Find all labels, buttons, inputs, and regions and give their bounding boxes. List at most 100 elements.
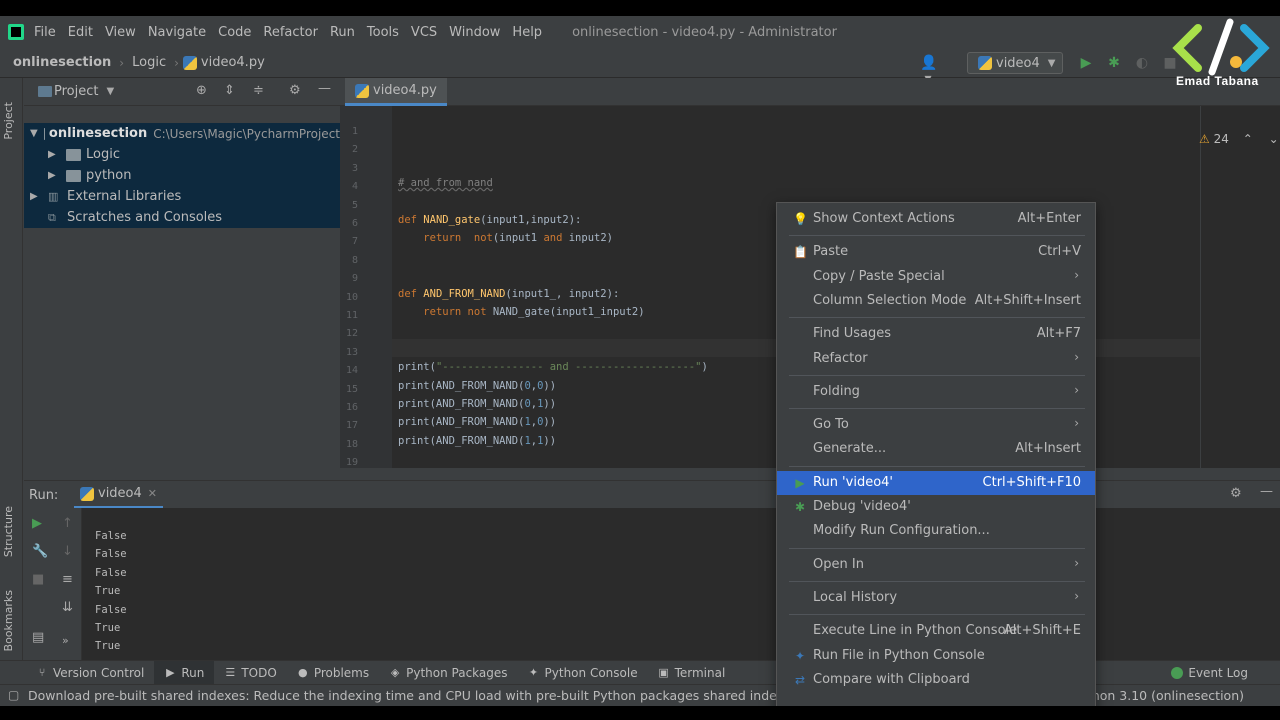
bookmarks-tool-tab[interactable]: Bookmarks [2, 590, 15, 651]
code-token: print(AND_FROM_NAND( [398, 398, 525, 410]
tab-todo[interactable]: ☰ TODO [214, 661, 286, 685]
context-menu-item-debug-video4[interactable]: ✱ Debug 'video4' [777, 495, 1095, 519]
menu-file[interactable]: File [28, 25, 62, 40]
breadcrumb-separator-icon: › [174, 55, 179, 70]
gear-icon[interactable]: ⚙ [1230, 486, 1242, 501]
chevron-down-icon[interactable]: ▼ [106, 86, 114, 97]
menu-help[interactable]: Help [506, 25, 548, 40]
soft-wrap-icon[interactable]: ≡ [62, 572, 73, 587]
run-configuration-select[interactable]: video4 ▼ [967, 52, 1063, 74]
context-menu-item-paste[interactable]: 📋 Paste Ctrl+V [777, 240, 1095, 264]
expand-arrow-icon[interactable]: ▶ [48, 170, 60, 181]
menu-navigate[interactable]: Navigate [142, 25, 212, 40]
code-line: print(AND_FROM_NAND(1,1)) [398, 435, 556, 447]
context-menu-item-copy-paste-special[interactable]: Copy / Paste Special › [777, 265, 1095, 289]
tree-item-onlinesection[interactable]: ▼ onlinesection C:\Users\Magic\PycharmPr… [24, 123, 340, 144]
tab-terminal[interactable]: ▣ Terminal [648, 661, 736, 685]
context-menu-item-execute-line-in-python-console[interactable]: Execute Line in Python Console Alt+Shift+… [777, 619, 1095, 643]
run-console-output[interactable]: FalseFalseFalseTrueFalseTrueTrueTrue [82, 508, 1280, 671]
expand-arrow-icon[interactable]: ▶ [30, 191, 42, 202]
code-token: AND_FROM_NAND [423, 287, 506, 300]
context-menu-item-local-history[interactable]: Local History › [777, 586, 1095, 610]
interpreter-status[interactable]: ython 3.10 (onlinesection) [1080, 688, 1244, 703]
tab-run[interactable]: ▶ Run [154, 660, 215, 685]
expand-arrow-icon[interactable]: ▶ [48, 149, 60, 160]
status-message[interactable]: Download pre-built shared indexes: Reduc… [28, 688, 844, 703]
menu-separator [789, 317, 1085, 319]
layout-icon[interactable]: ▤ [32, 630, 44, 645]
menu-tools[interactable]: Tools [361, 25, 405, 40]
context-menu-item-folding[interactable]: Folding › [777, 380, 1095, 404]
menu-vcs[interactable]: VCS [405, 25, 443, 40]
code-token: not [467, 232, 493, 245]
menu-window[interactable]: Window [443, 25, 506, 40]
code-line: def NAND_gate(input1,input2): [398, 214, 581, 226]
code-line: print(AND_FROM_NAND(0,1)) [398, 398, 556, 410]
tab-python-console[interactable]: ✦ Python Console [518, 661, 648, 685]
more-icon[interactable]: » [62, 634, 69, 647]
coverage-icon[interactable]: ◐ [1134, 55, 1150, 71]
menu-refactor[interactable]: Refactor [257, 25, 324, 40]
breadcrumb-file[interactable]: video4.py [201, 55, 269, 70]
stop-icon[interactable]: ■ [32, 572, 44, 587]
scroll-to-end-icon[interactable]: ⇊ [62, 600, 73, 615]
inspection-widget[interactable]: ⚠ 24 ⌃ ⌄ [1199, 132, 1279, 146]
context-menu-item-go-to[interactable]: Go To › [777, 413, 1095, 437]
status-toggle-icon[interactable]: ▢ [8, 688, 19, 702]
run-tab-video4[interactable]: video4 ✕ [74, 481, 163, 509]
expand-all-icon[interactable]: ⇕ [224, 83, 235, 98]
submenu-arrow-icon: › [1074, 555, 1079, 570]
context-menu-item-find-usages[interactable]: Find Usages Alt+F7 [777, 322, 1095, 346]
menu-run[interactable]: Run [324, 25, 361, 40]
tree-item-external-libraries[interactable]: ▶ ▥ External Libraries [24, 186, 340, 207]
context-menu-item-modify-run-configuration[interactable]: Modify Run Configuration... [777, 519, 1095, 543]
context-menu-item-run-video4[interactable]: ▶ Run 'video4' Ctrl+Shift+F10 [777, 470, 1095, 495]
code-token: )) [543, 398, 557, 410]
editor-scroll-area[interactable] [1200, 106, 1280, 468]
breadcrumb-folder[interactable]: Logic [128, 55, 170, 70]
user-icon[interactable]: 👤▾ [920, 55, 937, 87]
menu-item-shortcut: Alt+Shift+E [1003, 623, 1081, 639]
project-panel-title[interactable]: Project [54, 84, 98, 99]
breadcrumb-project[interactable]: onlinesection [0, 55, 115, 70]
tab-problems[interactable]: ● Problems [287, 661, 379, 685]
menu-view[interactable]: View [99, 25, 142, 40]
tree-item-python[interactable]: ▶ python [24, 165, 340, 186]
arrow-up-icon[interactable]: ↑ [62, 516, 73, 531]
rerun-icon[interactable]: ▶ [32, 516, 42, 531]
tab-video4-py[interactable]: video4.py [345, 78, 447, 106]
context-menu-item-show-context-actions[interactable]: 💡 Show Context Actions Alt+Enter [777, 207, 1095, 231]
context-menu-item-generate[interactable]: Generate... Alt+Insert [777, 437, 1095, 461]
tab-label: Python Packages [406, 665, 508, 680]
menu-code[interactable]: Code [212, 25, 257, 40]
collapse-all-icon[interactable]: ≑ [253, 83, 264, 98]
code-brackets-logo-icon [1172, 18, 1270, 76]
locate-icon[interactable]: ⊕ [196, 83, 207, 98]
context-menu-item-refactor[interactable]: Refactor › [777, 347, 1095, 371]
line-number: 10 [345, 291, 358, 303]
chevron-up-icon[interactable]: ⌃ [1243, 132, 1253, 146]
context-menu-item-column-selection-mode[interactable]: Column Selection Mode Alt+Shift+Insert [777, 289, 1095, 313]
context-menu-item-compare-with-clipboard[interactable]: ⇄ Compare with Clipboard [777, 668, 1095, 692]
gear-icon[interactable]: ⚙ [289, 83, 301, 98]
context-menu-item-open-in[interactable]: Open In › [777, 553, 1095, 577]
menu-edit[interactable]: Edit [62, 25, 99, 40]
event-log-button[interactable]: Event Log [1171, 661, 1248, 685]
close-icon[interactable]: ✕ [148, 487, 157, 500]
tab-version-control[interactable]: ⑂ Version Control [26, 661, 154, 685]
minimize-icon[interactable]: — [318, 81, 331, 96]
wrench-icon[interactable]: 🔧 [32, 544, 48, 559]
run-icon[interactable]: ▶ [1078, 55, 1094, 71]
context-menu-item-run-file-in-python-console[interactable]: ✦ Run File in Python Console [777, 644, 1095, 668]
chevron-down-icon[interactable]: ⌄ [1269, 132, 1279, 146]
tree-item-scratches[interactable]: ⧉ Scratches and Consoles [24, 207, 340, 228]
minimize-icon[interactable]: — [1260, 484, 1273, 499]
code-token: print( [398, 361, 436, 374]
tab-python-packages[interactable]: ◈ Python Packages [379, 661, 517, 685]
project-tool-tab[interactable]: Project [2, 102, 15, 140]
tree-item-logic[interactable]: ▶ Logic [24, 144, 340, 165]
arrow-down-icon[interactable]: ↓ [62, 544, 73, 559]
debug-icon[interactable]: ✱ [1106, 55, 1122, 71]
expand-arrow-icon[interactable]: ▼ [30, 128, 38, 139]
structure-tool-tab[interactable]: Structure [2, 506, 15, 557]
